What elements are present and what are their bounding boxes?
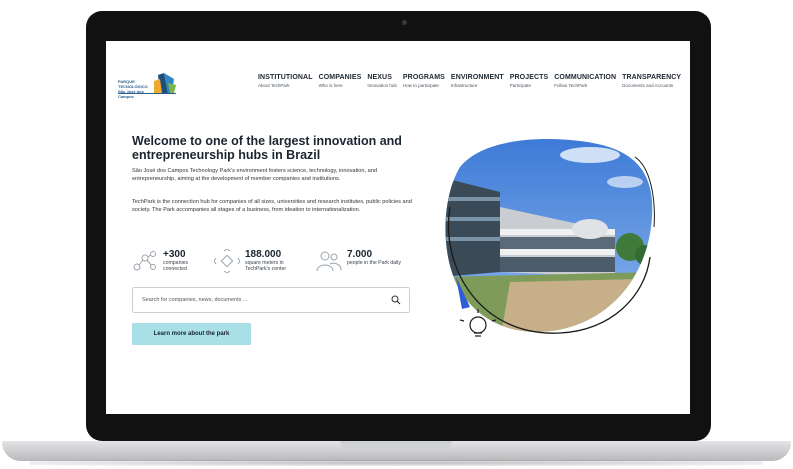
nav-item-nexus[interactable]: NEXUS Innovation hub bbox=[367, 74, 397, 88]
stat-caption: square meters in TechPark's center bbox=[245, 260, 287, 272]
nav-item-institutional[interactable]: INSTITUTIONAL About TechPark bbox=[258, 74, 313, 88]
nav-item-transparency[interactable]: TRANSPARENCY Documents and Accounts bbox=[622, 74, 681, 88]
main-nav: INSTITUTIONAL About TechPark COMPANIES W… bbox=[258, 74, 681, 88]
nav-label: NEXUS bbox=[367, 74, 392, 81]
nav-label: INSTITUTIONAL bbox=[258, 74, 313, 81]
stat-number: 7.000 bbox=[347, 249, 373, 260]
stat-caption: people in the Park daily bbox=[347, 260, 401, 266]
nav-label: COMPANIES bbox=[318, 74, 362, 81]
logo-text: PARQUE TECNOLÓGICO São José dos Campos bbox=[118, 79, 148, 99]
nav-sublabel: How to participate bbox=[402, 83, 439, 88]
screen: PARQUE TECNOLÓGICO São José dos Campos I… bbox=[106, 41, 690, 414]
nav-item-programs[interactable]: PROGRAMS How to participate bbox=[403, 74, 445, 88]
nav-label: PROJECTS bbox=[509, 74, 549, 81]
nav-sublabel: Participate bbox=[509, 83, 532, 88]
learn-more-button[interactable]: Learn more about the park bbox=[132, 323, 251, 345]
stat-companies: +300 companies connected bbox=[132, 249, 203, 275]
laptop-shadow bbox=[30, 460, 763, 466]
laptop-notch bbox=[340, 441, 452, 448]
stat-number: +300 bbox=[163, 249, 186, 260]
nav-label: PROGRAMS bbox=[402, 74, 445, 81]
nav-label: TRANSPARENCY bbox=[622, 74, 682, 81]
area-arrows-icon bbox=[214, 249, 240, 273]
nav-item-environment[interactable]: ENVIRONMENT Infrastructure bbox=[451, 74, 504, 88]
nav-item-projects[interactable]: PROJECTS Participate bbox=[510, 74, 549, 88]
campus-photo bbox=[445, 138, 655, 337]
people-icon bbox=[316, 251, 342, 272]
network-icon bbox=[133, 251, 156, 271]
stats-row: +300 companies connected 188.000 square … bbox=[132, 249, 422, 275]
techpark-logo[interactable]: PARQUE TECNOLÓGICO São José dos Campos bbox=[118, 71, 180, 99]
stat-people: 7.000 people in the Park daily bbox=[316, 249, 417, 275]
description-paragraph: TechPark is the connection hub for compa… bbox=[132, 199, 412, 213]
search-input[interactable] bbox=[133, 288, 373, 312]
nav-sublabel: Innovation hub bbox=[367, 83, 397, 88]
nav-sublabel: About TechPark bbox=[258, 83, 290, 88]
nav-item-communication[interactable]: COMMUNICATION Follow TechPark bbox=[554, 74, 616, 88]
nav-item-companies[interactable]: COMPANIES Who is here bbox=[319, 74, 362, 88]
stat-caption: companies connected bbox=[163, 260, 189, 272]
search-box bbox=[132, 287, 410, 313]
page-title: Welcome to one of the largest innovation… bbox=[132, 134, 402, 162]
stat-number: 188.000 bbox=[245, 249, 282, 260]
intro-paragraph: São José dos Campos Technology Park's en… bbox=[132, 168, 377, 182]
nav-sublabel: Who is here bbox=[318, 83, 343, 88]
nav-label: COMMUNICATION bbox=[554, 74, 617, 81]
search-icon[interactable] bbox=[391, 295, 401, 305]
nav-sublabel: Documents and Accounts bbox=[622, 83, 674, 88]
nav-sublabel: Infrastructure bbox=[450, 83, 478, 88]
nav-label: ENVIRONMENT bbox=[450, 74, 504, 81]
nav-sublabel: Follow TechPark bbox=[554, 83, 588, 88]
webcam-icon bbox=[402, 20, 407, 25]
stat-area: 188.000 square meters in TechPark's cent… bbox=[214, 249, 307, 275]
